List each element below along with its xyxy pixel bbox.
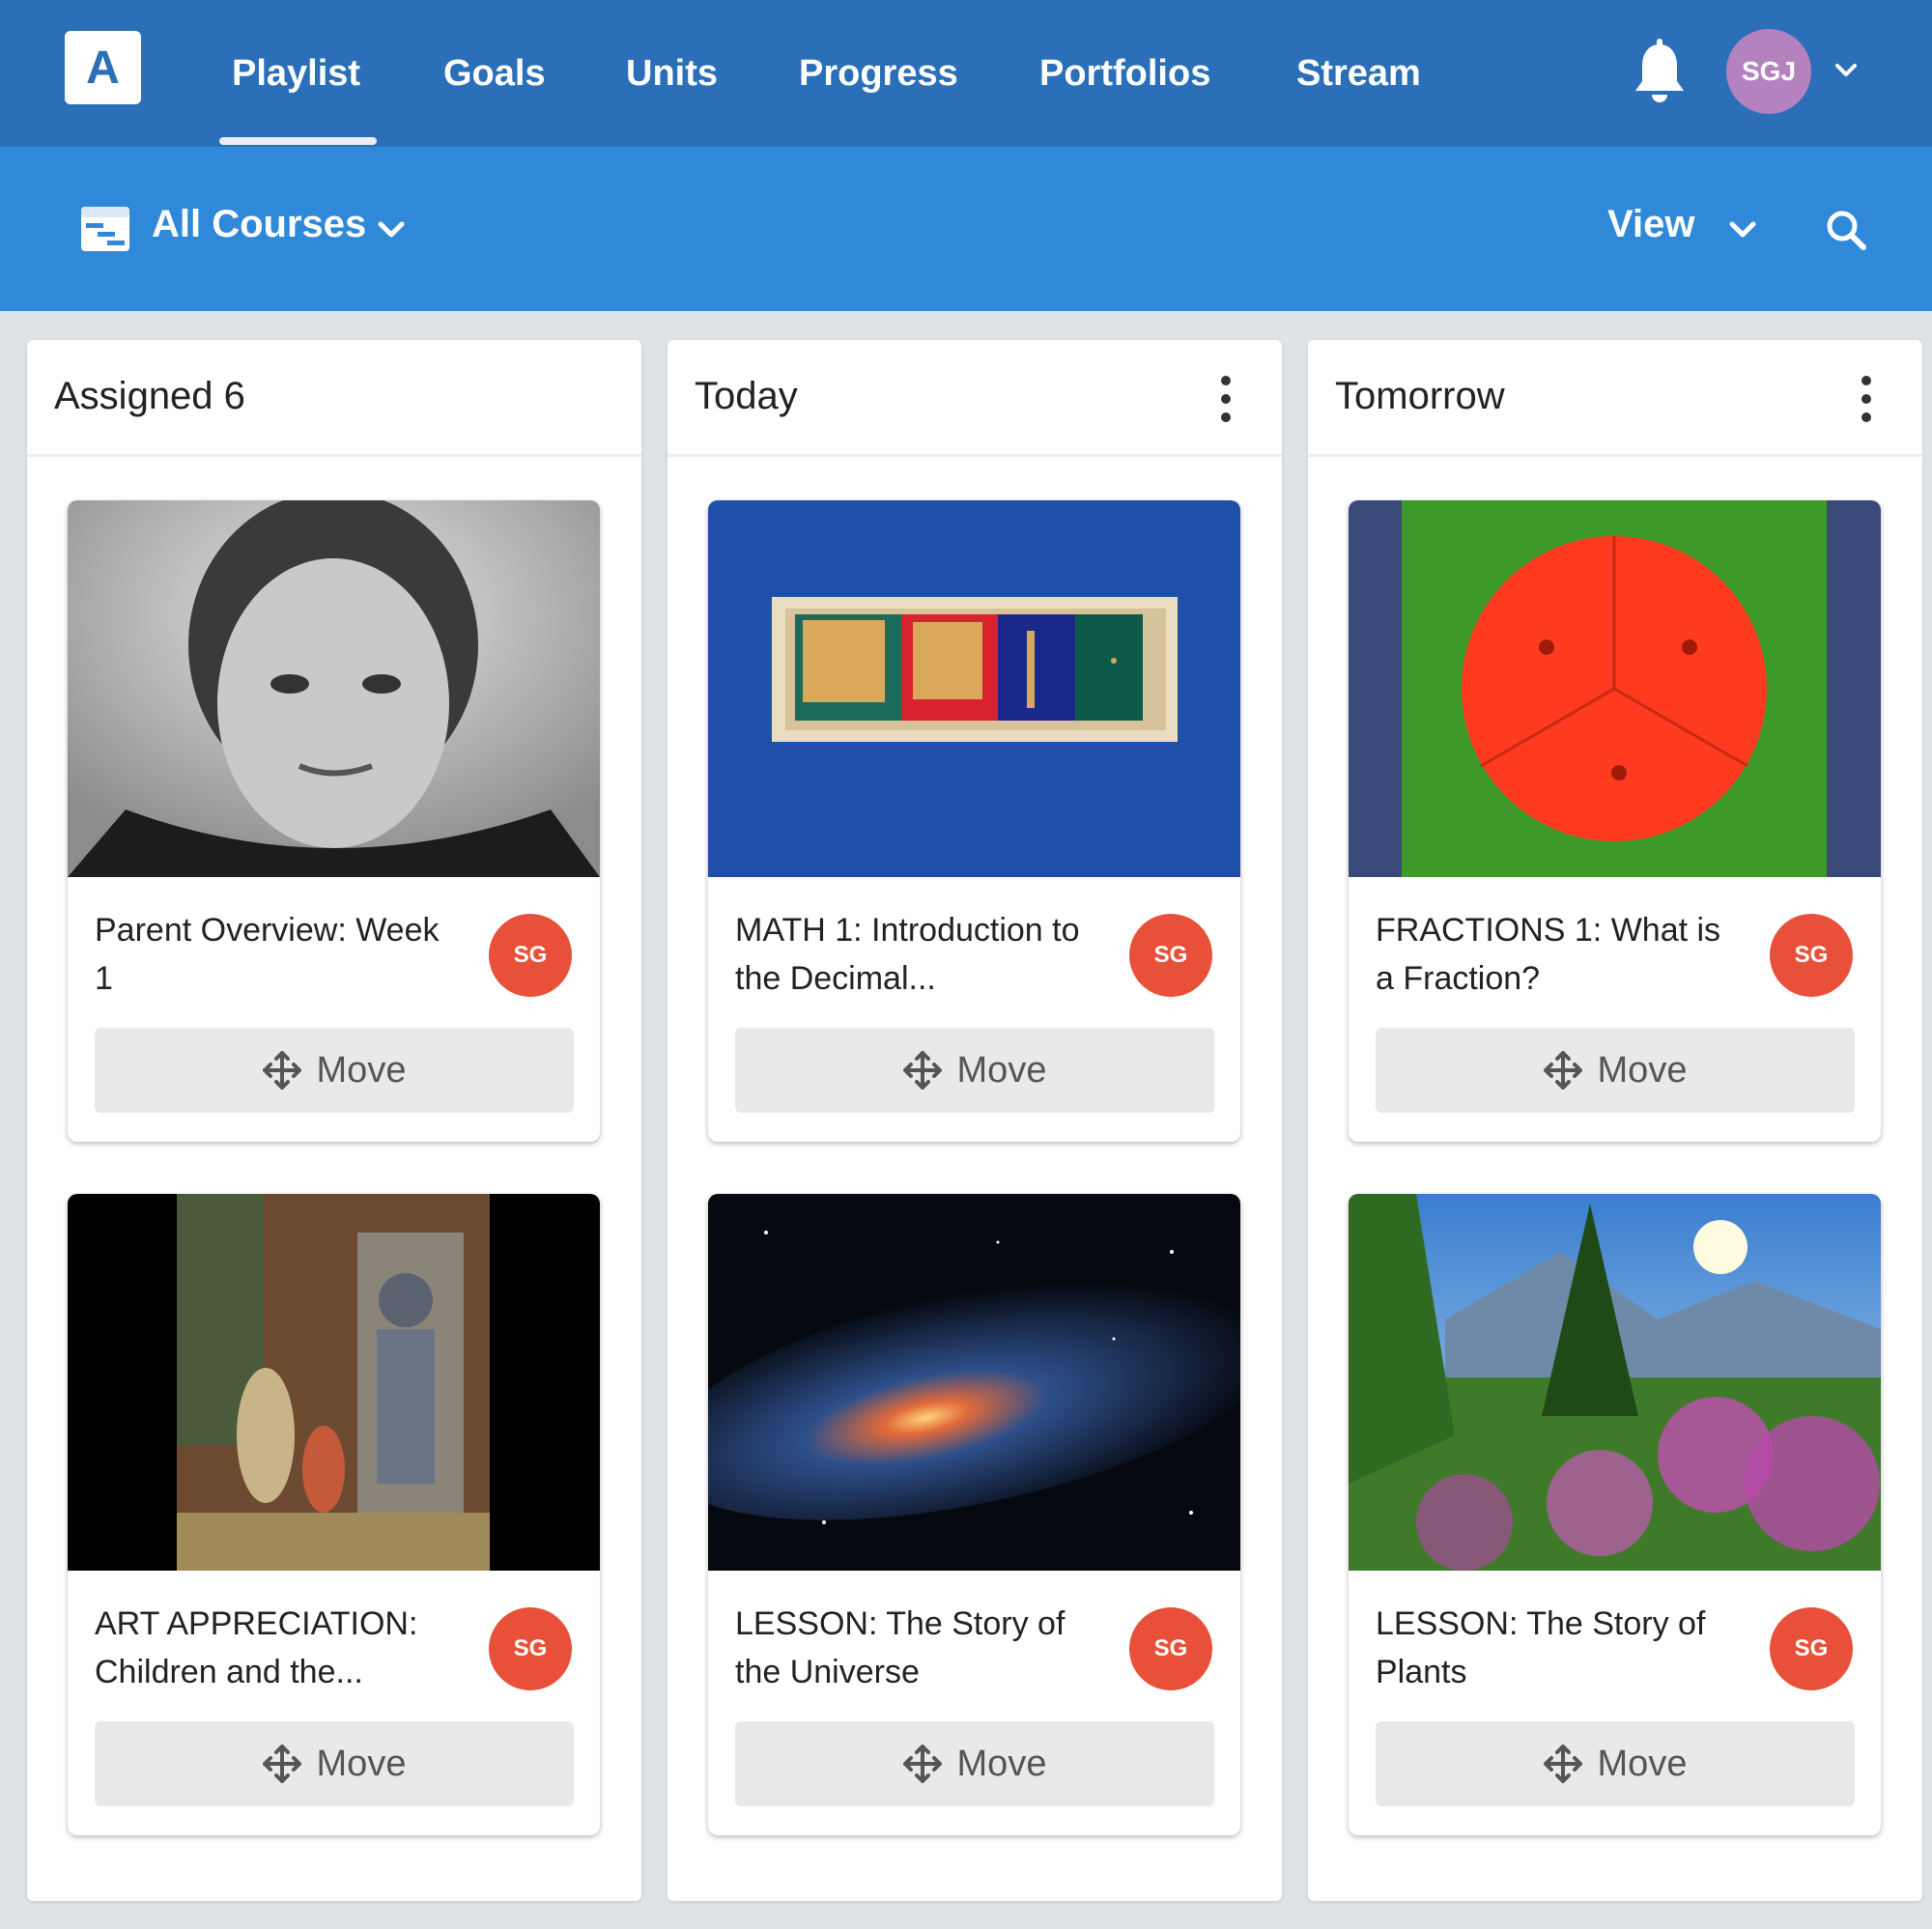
chevron-down-icon[interactable] (1832, 56, 1861, 85)
move-icon (1543, 1745, 1582, 1783)
more-options-icon[interactable] (1857, 375, 1876, 423)
lesson-card[interactable]: LESSON: The Story of Plants SG Move (1349, 1194, 1881, 1835)
course-filter-dropdown[interactable]: All Courses (152, 203, 366, 246)
move-label: Move (1597, 1743, 1688, 1784)
logo-letter: A (86, 42, 120, 94)
move-button[interactable]: Move (95, 1721, 574, 1806)
card-title: Parent Overview: Week 1 (95, 912, 440, 997)
column-title: Assigned 6 (54, 375, 245, 417)
column-header: Today (668, 340, 1282, 457)
move-button[interactable]: Move (735, 1028, 1214, 1113)
column-title: Tomorrow (1335, 375, 1505, 417)
card-title: LESSON: The Story of the Universe (735, 1605, 1065, 1690)
chevron-down-icon[interactable] (374, 215, 409, 244)
avatar-initials: SGJ (1741, 56, 1797, 86)
card-title: FRACTIONS 1: What is a Fraction? (1376, 912, 1721, 997)
column-tomorrow: Tomorrow FRACTIONS 1: What is a Fraction… (1308, 340, 1922, 1901)
search-icon[interactable] (1824, 208, 1868, 252)
column-title: Today (695, 375, 798, 417)
column-header: Tomorrow (1308, 340, 1922, 457)
card-thumbnail (708, 1194, 1240, 1571)
move-icon (262, 1745, 301, 1783)
card-thumbnail (708, 500, 1240, 877)
assignee-badge: SG (1770, 914, 1853, 997)
lesson-card[interactable]: FRACTIONS 1: What is a Fraction? SG Move (1349, 500, 1881, 1142)
card-thumbnail (1349, 500, 1881, 877)
assignee-badge: SG (1770, 1607, 1853, 1690)
card-thumbnail (68, 1194, 600, 1571)
move-label: Move (956, 1049, 1047, 1091)
move-icon (902, 1745, 942, 1783)
move-button[interactable]: Move (735, 1721, 1214, 1806)
tab-stream[interactable]: Stream (1296, 0, 1421, 147)
assignee-badge: SG (489, 1607, 572, 1690)
course-list-icon[interactable] (80, 206, 130, 252)
lesson-card[interactable]: LESSON: The Story of the Universe SG Mov… (708, 1194, 1240, 1835)
tab-goals[interactable]: Goals (443, 0, 546, 147)
tab-playlist[interactable]: Playlist (232, 0, 360, 147)
column-today: Today MATH 1: Introduction to the Decima… (668, 340, 1282, 1901)
chevron-down-icon[interactable] (1725, 215, 1760, 244)
move-label: Move (316, 1049, 407, 1091)
move-icon (902, 1051, 942, 1090)
card-thumbnail (1349, 1194, 1881, 1571)
card-title: MATH 1: Introduction to the Decimal... (735, 912, 1080, 997)
move-label: Move (316, 1743, 407, 1784)
move-button[interactable]: Move (1376, 1721, 1855, 1806)
view-dropdown[interactable]: View (1607, 203, 1694, 246)
top-nav-bar: A Playlist Goals Units Progress Portfoli… (0, 0, 1932, 147)
lesson-card[interactable]: Parent Overview: Week 1 SG Move (68, 500, 600, 1142)
tab-progress[interactable]: Progress (799, 0, 958, 147)
move-label: Move (956, 1743, 1047, 1784)
card-thumbnail (68, 500, 600, 877)
more-options-icon[interactable] (1216, 375, 1236, 423)
user-avatar[interactable]: SGJ (1726, 29, 1811, 114)
assignee-badge: SG (1129, 1607, 1212, 1690)
assignee-badge: SG (489, 914, 572, 997)
column-assigned: Assigned 6 Parent Overview: Week 1 SG Mo… (27, 340, 641, 1901)
bell-icon[interactable] (1631, 39, 1689, 106)
move-icon (262, 1051, 301, 1090)
active-tab-indicator (219, 137, 377, 145)
move-button[interactable]: Move (95, 1028, 574, 1113)
tab-portfolios[interactable]: Portfolios (1039, 0, 1210, 147)
lesson-card[interactable]: ART APPRECIATION: Children and the... SG… (68, 1194, 600, 1835)
card-title: ART APPRECIATION: Children and the... (95, 1605, 418, 1690)
move-button[interactable]: Move (1376, 1028, 1855, 1113)
card-title: LESSON: The Story of Plants (1376, 1605, 1706, 1690)
move-label: Move (1597, 1049, 1688, 1091)
assignee-badge: SG (1129, 914, 1212, 997)
move-icon (1543, 1051, 1582, 1090)
tab-units[interactable]: Units (626, 0, 718, 147)
column-header: Assigned 6 (27, 340, 641, 457)
lesson-card[interactable]: MATH 1: Introduction to the Decimal... S… (708, 500, 1240, 1142)
app-logo[interactable]: A (65, 31, 141, 104)
